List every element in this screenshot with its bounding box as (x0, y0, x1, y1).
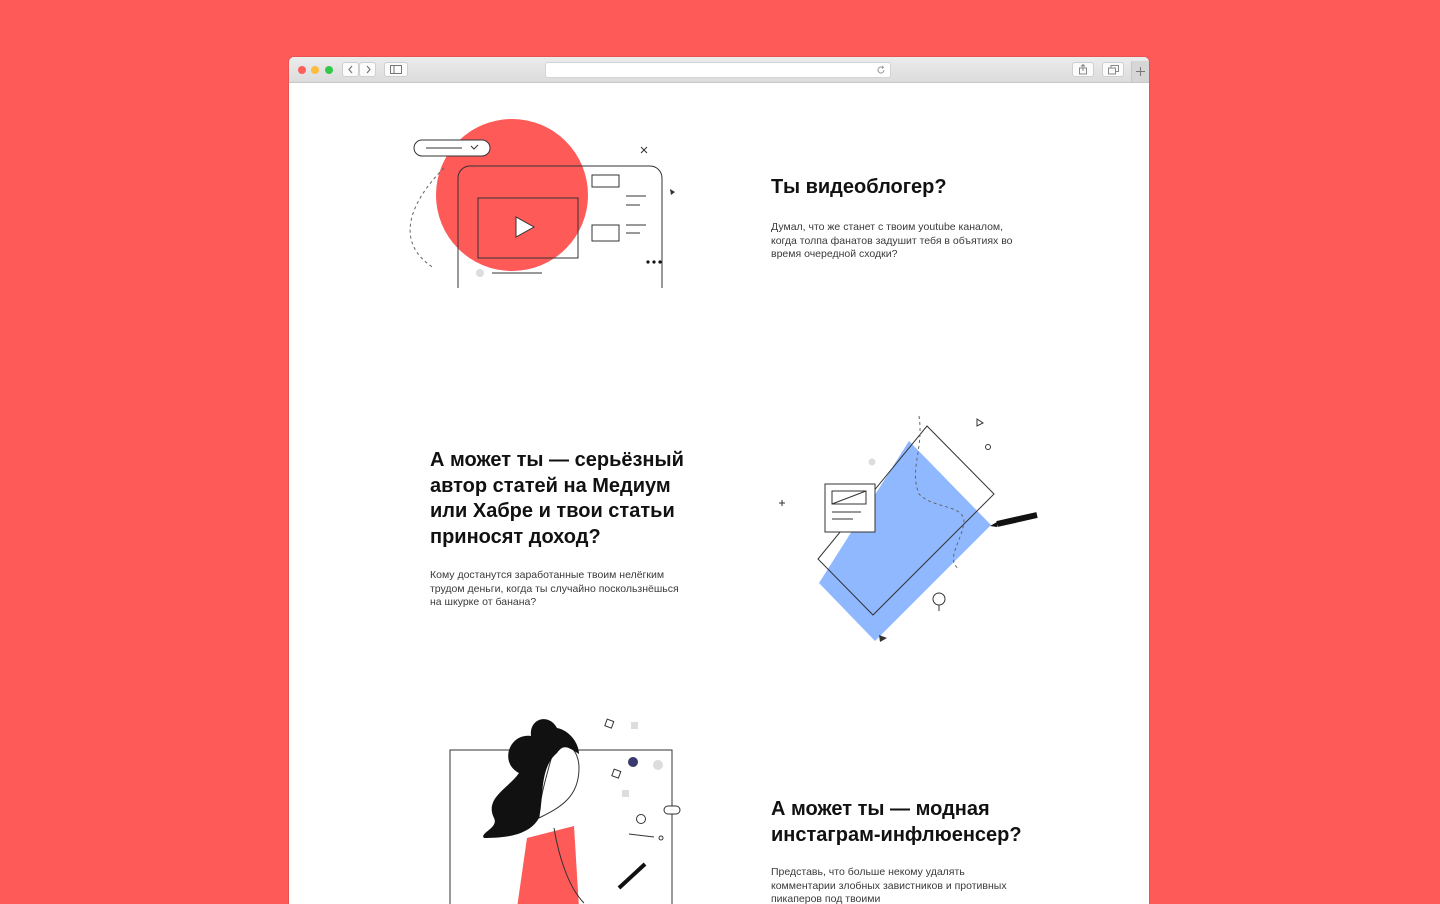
section-2-title: А может ты — серьёзный автор статей на М… (430, 449, 684, 548)
close-window-button[interactable] (298, 66, 306, 74)
section-1-text: Думал, что же станет с твоим youtube кан… (771, 221, 1013, 260)
section-3-title: А может ты — модная инстаграм-инфлюенсер… (771, 798, 1022, 846)
reload-icon (877, 65, 885, 74)
videoblogger-illustration (409, 119, 675, 288)
section-1-title: Ты видеоблогер? (771, 176, 947, 198)
back-button[interactable] (342, 62, 359, 77)
browser-window: Ты видеоблогер? Думал, что же станет с т… (289, 57, 1149, 904)
tabs-button[interactable] (1102, 62, 1124, 77)
sidebar-button[interactable] (384, 62, 408, 77)
browser-toolbar (289, 57, 1149, 83)
address-bar[interactable] (545, 62, 891, 78)
minimize-window-button[interactable] (311, 66, 319, 74)
share-icon (1079, 64, 1087, 75)
plus-icon (1136, 67, 1145, 76)
forward-button[interactable] (359, 62, 376, 77)
zoom-window-button[interactable] (325, 66, 333, 74)
share-button[interactable] (1072, 62, 1094, 77)
influencer-illustration (449, 718, 681, 904)
chevron-left-icon (347, 65, 352, 74)
sidebar-icon (390, 65, 402, 74)
writer-illustration (779, 415, 1038, 642)
chevron-right-icon (366, 65, 371, 74)
page-content: Ты видеоблогер? Думал, что же станет с т… (289, 83, 1149, 904)
tabs-icon (1107, 64, 1119, 74)
section-3-text: Представь, что больше некому удалять ком… (771, 866, 1007, 904)
new-tab-button[interactable] (1131, 61, 1149, 82)
section-2-text: Кому достанутся заработанные твоим нелёг… (430, 569, 679, 608)
